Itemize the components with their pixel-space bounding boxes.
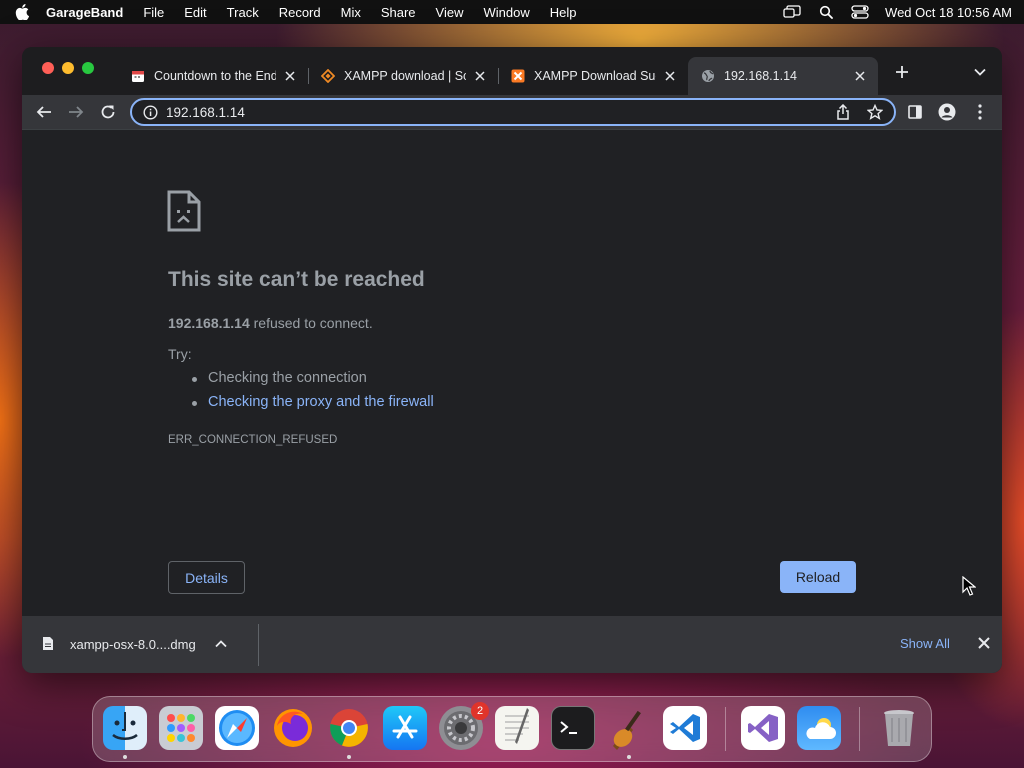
- fullscreen-window-button[interactable]: [82, 62, 94, 74]
- screen-mirroring-icon[interactable]: [783, 5, 801, 19]
- forward-button[interactable]: [66, 102, 86, 122]
- menu-mix[interactable]: Mix: [341, 5, 361, 20]
- details-button[interactable]: Details: [168, 561, 245, 594]
- menu-help[interactable]: Help: [550, 5, 577, 20]
- menu-app-name[interactable]: GarageBand: [46, 5, 123, 20]
- profile-avatar-icon[interactable]: [937, 102, 957, 122]
- close-tab-icon[interactable]: [662, 68, 678, 84]
- try-label: Try:: [168, 346, 192, 362]
- system-preferences-icon[interactable]: 2: [439, 702, 489, 750]
- finder-running-indicator: [123, 755, 127, 759]
- info-icon[interactable]: [142, 104, 158, 120]
- tab-192-168-1-14[interactable]: 192.168.1.14: [688, 57, 878, 95]
- countdown-favicon-icon: [130, 68, 146, 84]
- xampp-favicon-icon: [510, 68, 526, 84]
- error-description: 192.168.1.14 refused to connect.: [168, 315, 373, 331]
- chevron-up-icon[interactable]: [214, 637, 228, 651]
- download-divider: [258, 624, 259, 666]
- bookmark-star-icon[interactable]: [866, 103, 884, 121]
- download-bar: xampp-osx-8.0....dmg Show All: [22, 616, 1002, 673]
- menu-share[interactable]: Share: [381, 5, 416, 20]
- spotlight-search-icon[interactable]: [817, 5, 835, 19]
- chevron-down-icon[interactable]: [970, 62, 990, 82]
- trash-icon[interactable]: [877, 706, 921, 750]
- app-store-icon[interactable]: [383, 706, 427, 750]
- mouse-cursor-icon: [962, 575, 977, 596]
- share-icon[interactable]: [834, 103, 852, 121]
- minimize-window-button[interactable]: [62, 62, 74, 74]
- firefox-icon[interactable]: [271, 706, 315, 750]
- browser-window: Countdown to the End XAMPP download | So: [22, 47, 1002, 673]
- launchpad-icon[interactable]: [159, 706, 203, 750]
- sad-page-icon: [167, 190, 201, 232]
- address-bar[interactable]: 192.168.1.14: [130, 98, 896, 126]
- sourceforge-favicon-icon: [320, 68, 336, 84]
- control-center-icon[interactable]: [851, 5, 869, 19]
- dock: 2: [92, 696, 932, 762]
- show-all-link[interactable]: Show All: [900, 636, 950, 651]
- menu-edit[interactable]: Edit: [184, 5, 206, 20]
- menu-view[interactable]: View: [436, 5, 464, 20]
- chrome-running-indicator: [347, 755, 351, 759]
- menu-track[interactable]: Track: [227, 5, 259, 20]
- tab-title: XAMPP Download Suc: [534, 69, 656, 83]
- error-title: This site can’t be reached: [168, 268, 425, 291]
- side-panel-icon[interactable]: [905, 102, 925, 122]
- file-icon: [42, 636, 56, 652]
- close-tab-icon[interactable]: [472, 68, 488, 84]
- error-code: ERR_CONNECTION_REFUSED: [168, 434, 338, 446]
- garageband-icon[interactable]: [607, 706, 651, 750]
- close-icon[interactable]: [976, 635, 992, 651]
- suggestion-check-proxy-link[interactable]: Checking the proxy and the firewall: [192, 394, 434, 418]
- tab-strip: Countdown to the End XAMPP download | So: [22, 47, 1002, 95]
- more-menu-icon[interactable]: [970, 102, 990, 122]
- tab-countdown[interactable]: Countdown to the End: [118, 57, 308, 95]
- dock-separator: [725, 707, 726, 751]
- tab-title: 192.168.1.14: [724, 69, 797, 83]
- textedit-icon[interactable]: [495, 706, 539, 750]
- tab-title: XAMPP download | So: [344, 69, 466, 83]
- reload-button[interactable]: Reload: [780, 561, 856, 593]
- google-chrome-icon[interactable]: [327, 706, 371, 750]
- window-controls: [42, 62, 94, 74]
- terminal-icon[interactable]: [551, 706, 595, 750]
- address-url[interactable]: 192.168.1.14: [166, 105, 834, 120]
- back-button[interactable]: [34, 102, 54, 122]
- weather-icon[interactable]: [797, 706, 841, 750]
- reload-icon[interactable]: [98, 102, 118, 122]
- tab-xampp-download-success[interactable]: XAMPP Download Suc: [498, 57, 688, 95]
- menubar-clock[interactable]: Wed Oct 18 10:56 AM: [885, 5, 1012, 20]
- download-file-name: xampp-osx-8.0....dmg: [70, 636, 196, 652]
- tab-title: Countdown to the End: [154, 69, 276, 83]
- new-tab-button[interactable]: [892, 62, 912, 82]
- close-tab-icon[interactable]: [852, 68, 868, 84]
- browser-toolbar: 192.168.1.14: [22, 95, 1002, 129]
- error-host: 192.168.1.14: [168, 315, 250, 331]
- menu-window[interactable]: Window: [484, 5, 530, 20]
- close-tab-icon[interactable]: [282, 68, 298, 84]
- tab-xampp-sourceforge[interactable]: XAMPP download | So: [308, 57, 498, 95]
- menu-file[interactable]: File: [143, 5, 164, 20]
- globe-favicon-icon: [700, 68, 716, 84]
- safari-icon[interactable]: [215, 706, 259, 750]
- page-content: This site can’t be reached 192.168.1.14 …: [22, 129, 1002, 616]
- suggestion-list: Checking the connection Checking the pro…: [192, 370, 434, 418]
- notification-badge: 2: [471, 702, 489, 720]
- menu-record[interactable]: Record: [279, 5, 321, 20]
- garageband-running-indicator: [627, 755, 631, 759]
- macos-menu-bar: GarageBand File Edit Track Record Mix Sh…: [0, 0, 1024, 24]
- download-item[interactable]: xampp-osx-8.0....dmg: [42, 636, 228, 652]
- dock-separator: [859, 707, 860, 751]
- error-desc-text: refused to connect.: [249, 315, 373, 331]
- tabs: Countdown to the End XAMPP download | So: [118, 57, 878, 95]
- suggestion-check-connection: Checking the connection: [192, 370, 434, 394]
- visual-studio-icon[interactable]: [741, 706, 785, 750]
- visual-studio-code-icon[interactable]: [663, 706, 707, 750]
- close-window-button[interactable]: [42, 62, 54, 74]
- apple-menu-icon[interactable]: [12, 4, 32, 20]
- finder-icon[interactable]: [103, 706, 147, 750]
